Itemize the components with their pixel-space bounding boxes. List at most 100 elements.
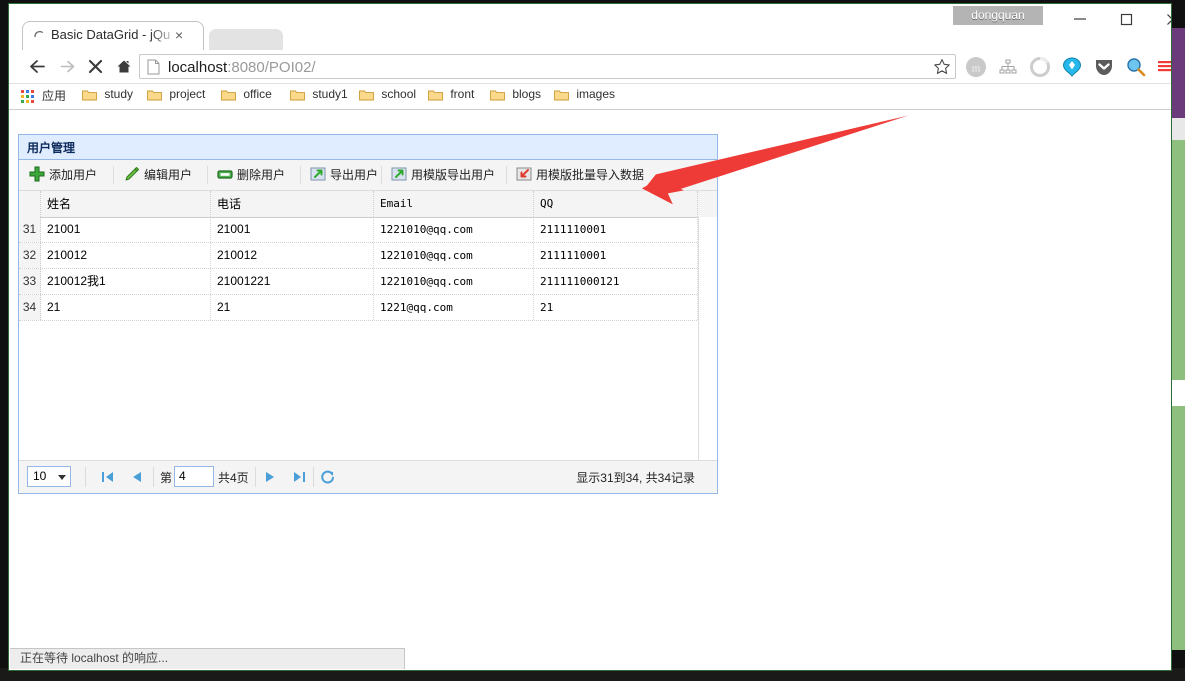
bookmark-apps[interactable]: 应用: [42, 87, 66, 106]
edit-user-button[interactable]: 编辑用户: [120, 164, 196, 186]
folder-icon: [221, 89, 236, 104]
window-maximize-button[interactable]: [1103, 4, 1149, 32]
address-bar[interactable]: localhost:8080/POI02/: [139, 54, 956, 79]
cell-phone: 21001221: [211, 269, 374, 294]
bookmark-item-school[interactable]: school: [359, 87, 416, 106]
cell-name: 21: [41, 295, 211, 320]
page-viewport: 用户管理 添加用户 编辑用户 删除用户 导出用户 用模版导出用户 用模版批量导入…: [9, 110, 1171, 670]
remove-user-button[interactable]: 删除用户: [213, 164, 289, 186]
remove-user-icon: [217, 166, 233, 182]
last-page-icon[interactable]: [291, 469, 307, 485]
cell-name: 210012: [41, 243, 211, 268]
bookmark-item-study[interactable]: study: [82, 87, 133, 106]
table-row[interactable]: 33 210012我1 21001221 1221010@qq.com 2111…: [19, 269, 717, 295]
bookmark-item-study1[interactable]: study1: [290, 87, 348, 106]
window-minimize-button[interactable]: [1057, 4, 1103, 32]
url-host: localhost: [168, 59, 228, 76]
toolbar-label: 导出用户: [330, 168, 379, 182]
export-template-icon: [391, 166, 407, 182]
bookmark-item-blogs[interactable]: blogs: [490, 87, 541, 106]
table-row[interactable]: 34 21 21 1221@qq.com 21: [19, 295, 717, 321]
tab-close-icon[interactable]: ×: [175, 27, 183, 43]
window-close-button[interactable]: [1149, 4, 1171, 32]
cell-email: 1221010@qq.com: [374, 269, 534, 294]
folder-icon: [554, 89, 569, 104]
browser-tab[interactable]: Basic DataGrid - jQuery ×: [22, 21, 204, 50]
column-header-phone[interactable]: 电话: [211, 191, 374, 217]
datagrid-pager: 10 第 4 共4页 显示31到34, 共34记录: [19, 460, 717, 493]
cell-email: 1221@qq.com: [374, 295, 534, 320]
page-size-select[interactable]: 10: [27, 466, 71, 487]
bookmark-item-images[interactable]: images: [554, 87, 615, 106]
column-header-email[interactable]: Email: [374, 191, 534, 217]
extension-diamond-icon[interactable]: [1061, 56, 1085, 80]
folder-icon: [290, 89, 305, 104]
extension-circle-icon[interactable]: [1029, 56, 1053, 80]
row-number-header: [19, 191, 41, 217]
datagrid-scrollbar-gutter[interactable]: [698, 217, 717, 460]
datagrid-header-row: 姓名 电话 Email QQ: [19, 191, 717, 218]
table-row[interactable]: 32 210012 210012 1221010@qq.com 21111100…: [19, 243, 717, 269]
add-user-icon: [29, 166, 45, 182]
row-number: 33: [19, 269, 41, 294]
export-template-button[interactable]: 用模版导出用户: [387, 164, 499, 186]
table-row[interactable]: 31 21001 21001 1221010@qq.com 2111110001: [19, 217, 717, 243]
user-profile-badge[interactable]: dongquan: [953, 6, 1043, 25]
bookmark-label: study1: [312, 87, 348, 101]
bookmarks-bar: 应用 study project office study1 school fr…: [9, 84, 1171, 110]
bookmark-item-office[interactable]: office: [221, 87, 272, 106]
column-header-name[interactable]: 姓名: [41, 191, 211, 217]
folder-icon: [82, 89, 97, 104]
page-number-input[interactable]: 4: [174, 466, 214, 487]
home-icon[interactable]: [112, 55, 136, 79]
page-document-icon: [147, 59, 160, 80]
next-page-icon[interactable]: [262, 469, 278, 485]
back-arrow-icon[interactable]: [25, 55, 49, 79]
export-user-button[interactable]: 导出用户: [306, 164, 382, 186]
page-size-value: 10: [33, 469, 47, 483]
bookmark-star-icon[interactable]: [933, 58, 951, 81]
extension-m-icon[interactable]: m: [965, 56, 989, 80]
cell-qq: 2111110001: [534, 243, 698, 268]
refresh-icon[interactable]: [320, 469, 336, 485]
folder-icon: [359, 89, 374, 104]
row-number: 32: [19, 243, 41, 268]
prev-page-icon[interactable]: [129, 469, 145, 485]
browser-menu-icon[interactable]: [1155, 56, 1171, 80]
bookmark-label: school: [381, 87, 417, 101]
cell-email: 1221010@qq.com: [374, 217, 534, 242]
first-page-icon[interactable]: [100, 469, 116, 485]
bookmark-label: front: [450, 87, 475, 101]
url-path: :8080/POI02/: [227, 59, 316, 76]
cell-name: 21001: [41, 217, 211, 242]
status-text: 正在等待 localhost 的响应...: [20, 651, 169, 665]
column-header-qq[interactable]: QQ: [534, 191, 698, 217]
add-user-button[interactable]: 添加用户: [25, 164, 101, 186]
new-tab-button[interactable]: [209, 29, 283, 50]
extension-pocket-icon[interactable]: [1093, 56, 1117, 80]
toolbar-label: 用模版导出用户: [411, 168, 496, 182]
cell-qq: 21: [534, 295, 698, 320]
panel-header: 用户管理: [19, 135, 717, 160]
cell-qq: 2111110001: [534, 217, 698, 242]
import-template-button[interactable]: 用模版批量导入数据: [512, 164, 648, 186]
folder-icon: [428, 89, 443, 104]
bookmark-item-front[interactable]: front: [428, 87, 474, 106]
stop-x-icon[interactable]: [83, 55, 107, 79]
toolbar-label: 编辑用户: [144, 168, 193, 182]
import-template-icon: [516, 166, 532, 182]
desktop-strip-white: [1172, 380, 1185, 406]
toolbar-label: 添加用户: [49, 168, 98, 182]
datagrid-toolbar: 添加用户 编辑用户 删除用户 导出用户 用模版导出用户 用模版批量导入数据: [19, 160, 717, 191]
row-number: 34: [19, 295, 41, 320]
bookmark-item-project[interactable]: project: [147, 87, 205, 106]
page-prefix-label: 第: [160, 471, 173, 485]
extension-magnifier-icon[interactable]: [1125, 56, 1149, 80]
apps-grid-icon[interactable]: [21, 90, 34, 103]
extension-sitemap-icon[interactable]: [997, 56, 1021, 80]
browser-navbar: localhost:8080/POI02/ m: [9, 50, 1171, 84]
bookmark-label: study: [104, 87, 134, 101]
chevron-down-icon: [58, 475, 66, 480]
bookmark-label: images: [576, 87, 616, 101]
tab-title: Basic DataGrid - jQuery: [51, 27, 171, 42]
